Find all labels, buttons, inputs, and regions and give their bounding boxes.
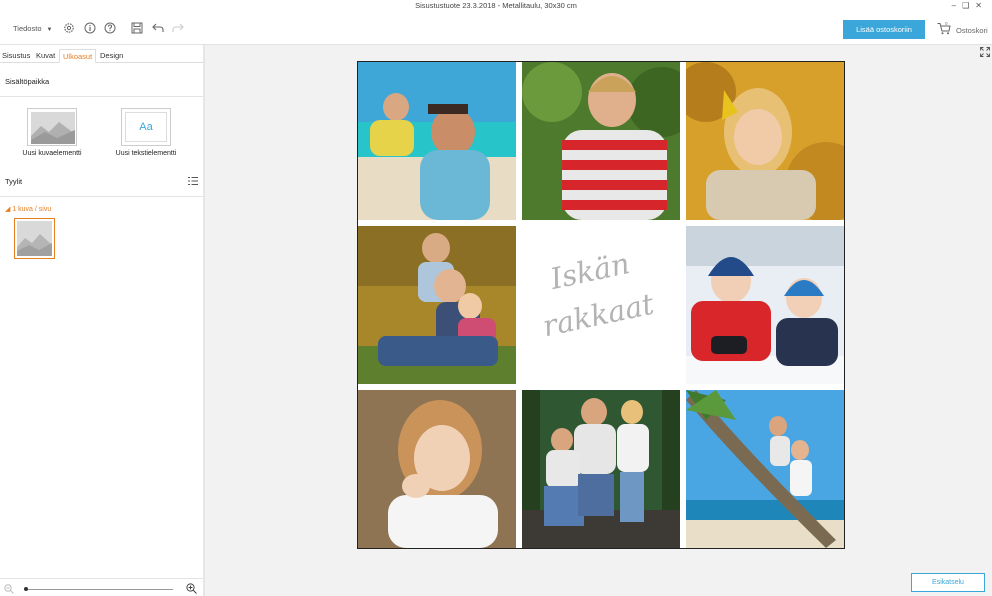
settings-icon[interactable] — [63, 22, 75, 34]
fullscreen-icon[interactable] — [980, 47, 990, 57]
sidebar: Sisustus Kuvat Ulkoasut Design Sisältöpa… — [0, 45, 205, 596]
styles-section-title: Tyylit — [5, 177, 23, 186]
photo-slot-1[interactable] — [358, 62, 516, 220]
placeholder-section-title: Sisältöpaikka — [5, 77, 50, 86]
window-title: Sisustustuote 23.3.2018 - Metallitaulu, … — [415, 1, 577, 10]
layout-preview-icon — [17, 221, 52, 256]
toolbar: Tiedosto ▼ Lisää ostoskoriin 0 Ostoskori — [0, 12, 992, 45]
new-text-element-label: Uusi tekstielementti — [115, 150, 177, 157]
zoom-in-icon[interactable] — [186, 583, 197, 596]
photo-slot-2[interactable] — [522, 62, 680, 220]
zoom-bar — [0, 578, 203, 596]
redo-icon[interactable] — [172, 22, 184, 34]
file-menu-label: Tiedosto — [13, 24, 42, 33]
photo-slot-3[interactable] — [686, 62, 844, 220]
photo-slot-8[interactable] — [686, 390, 844, 548]
info-icon[interactable] — [84, 22, 96, 34]
canvas-text-line-1[interactable]: Iskän — [547, 246, 632, 296]
design-canvas[interactable]: Iskän rakkaat — [357, 61, 845, 549]
layout-group-label[interactable]: ◢ 1 kuva / sivu — [5, 205, 51, 213]
cart-label[interactable]: Ostoskori — [956, 26, 988, 35]
photo-slot-7[interactable] — [522, 390, 680, 548]
photo-slot-5[interactable] — [686, 226, 844, 384]
new-image-element-tile[interactable] — [27, 108, 77, 146]
tab-kuvat[interactable]: Kuvat — [36, 49, 55, 63]
help-icon[interactable] — [104, 22, 116, 34]
file-menu[interactable]: Tiedosto ▼ — [13, 24, 52, 33]
list-settings-icon[interactable] — [188, 176, 198, 186]
photo-slot-6[interactable] — [358, 390, 516, 548]
caret-down-icon: ▼ — [46, 27, 53, 33]
zoom-slider-track[interactable] — [25, 589, 173, 590]
tab-ulkoasut[interactable]: Ulkoasut — [59, 49, 97, 63]
photo-slot-4[interactable] — [358, 226, 516, 384]
image-placeholder-icon — [31, 112, 75, 144]
new-text-element-tile[interactable]: Aa — [121, 108, 171, 146]
preview-button[interactable]: Esikatselu — [911, 573, 985, 592]
tab-sisustus[interactable]: Sisustus — [2, 49, 30, 63]
placeholder-section-header: Sisältöpaikka — [0, 65, 203, 97]
undo-icon[interactable] — [152, 22, 164, 34]
window-title-bar: Sisustustuote 23.3.2018 - Metallitaulu, … — [0, 0, 992, 12]
shopping-cart-icon[interactable] — [937, 22, 951, 35]
text-slot[interactable]: Iskän rakkaat — [522, 226, 680, 384]
sidebar-tabs: Sisustus Kuvat Ulkoasut Design — [0, 49, 203, 63]
window-controls[interactable]: –❑✕ — [952, 0, 988, 11]
cart-count-badge: 0 — [945, 21, 948, 26]
zoom-slider-handle[interactable] — [24, 587, 28, 591]
new-image-element-label: Uusi kuvaelementti — [22, 150, 82, 157]
layout-thumbnail[interactable] — [14, 218, 55, 259]
layout-group-text: 1 kuva / sivu — [12, 206, 52, 213]
zoom-out-icon[interactable] — [4, 584, 14, 596]
styles-section-header: Tyylit — [0, 165, 203, 197]
add-to-cart-button[interactable]: Lisää ostoskoriin — [843, 20, 925, 39]
tab-design[interactable]: Design — [100, 49, 123, 63]
text-placeholder-icon: Aa — [125, 112, 167, 142]
save-icon[interactable] — [131, 22, 143, 34]
